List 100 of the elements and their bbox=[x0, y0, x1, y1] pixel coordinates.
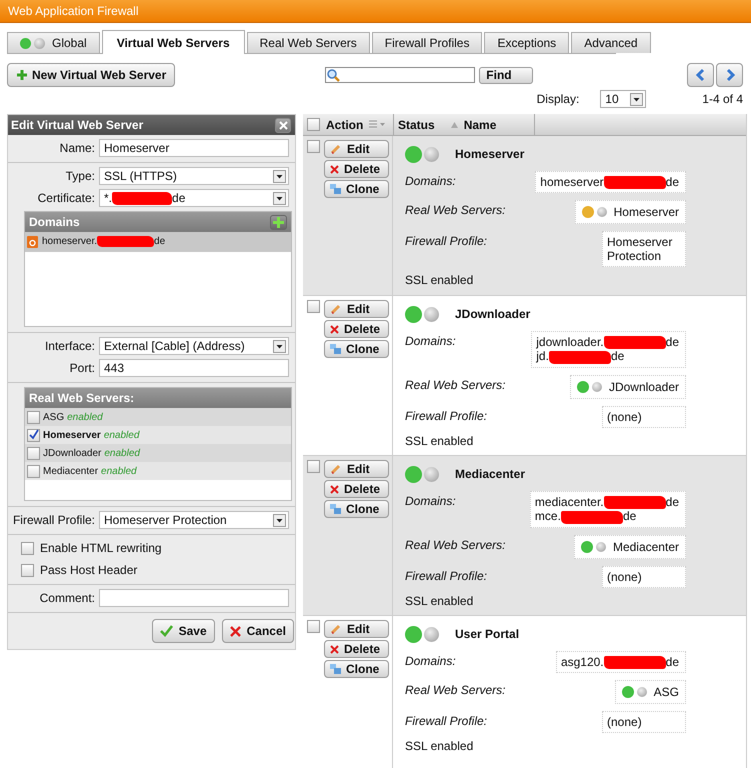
checkbox[interactable] bbox=[27, 464, 40, 478]
server-name: ASG bbox=[654, 685, 679, 700]
domain-list: homeserver de bbox=[535, 171, 686, 194]
plus-icon bbox=[16, 69, 28, 81]
profile-value: Homeserver Protection bbox=[602, 231, 686, 268]
dropdown[interactable]: SSL (HTTPS) bbox=[99, 167, 289, 185]
search-field[interactable] bbox=[325, 67, 476, 83]
copy-icon bbox=[330, 664, 341, 674]
status-light bbox=[424, 306, 439, 322]
redaction-mark bbox=[604, 176, 666, 190]
field-label: Real Web Servers: bbox=[405, 202, 506, 218]
text-field[interactable] bbox=[99, 589, 289, 607]
next-page-button[interactable] bbox=[716, 63, 743, 87]
find-button[interactable]: Find bbox=[479, 66, 534, 84]
clone-button[interactable]: Clone bbox=[324, 180, 389, 198]
delete-button[interactable]: Delete bbox=[324, 640, 389, 658]
copy-icon bbox=[330, 184, 341, 194]
redaction-mark bbox=[112, 192, 172, 206]
checkbox[interactable] bbox=[27, 428, 40, 442]
domain-list: jdownloader. de jd. de bbox=[531, 331, 686, 368]
plus-icon bbox=[273, 216, 284, 228]
close-button[interactable] bbox=[275, 118, 291, 132]
server-name: Mediacenter bbox=[612, 540, 679, 554]
tab[interactable]: Firewall Profiles bbox=[372, 32, 482, 53]
delete-button[interactable]: Delete bbox=[324, 480, 389, 498]
checkmark-icon bbox=[160, 625, 173, 637]
column-header[interactable]: Name bbox=[464, 118, 496, 132]
checkbox-label: Pass Host Header bbox=[40, 563, 138, 577]
checkbox[interactable] bbox=[21, 542, 34, 554]
checkbox-label: Enable HTML rewriting bbox=[40, 541, 162, 555]
field-label: Real Web Servers: bbox=[405, 536, 506, 552]
form-button[interactable]: Save bbox=[152, 619, 215, 643]
checkbox[interactable] bbox=[307, 118, 320, 131]
text-field[interactable]: Homeserver bbox=[99, 139, 289, 157]
delete-icon bbox=[330, 324, 339, 334]
caret-icon bbox=[273, 170, 286, 182]
field-label: Name: bbox=[58, 141, 95, 155]
checkbox[interactable] bbox=[307, 140, 320, 153]
status-light bbox=[596, 542, 606, 552]
server-status: enabled bbox=[104, 448, 140, 458]
new-virtual-web-server-button[interactable]: New Virtual Web Server bbox=[7, 63, 176, 87]
profile-value: (none) bbox=[602, 566, 686, 588]
server-status: enabled bbox=[67, 412, 103, 422]
clone-button[interactable]: Clone bbox=[324, 660, 389, 678]
row-note: SSL enabled bbox=[405, 273, 474, 290]
checkbox[interactable] bbox=[307, 300, 320, 313]
form-button[interactable]: Cancel bbox=[222, 619, 294, 643]
edit-button[interactable]: Edit bbox=[324, 300, 389, 318]
checkbox[interactable] bbox=[307, 460, 320, 473]
dropdown[interactable]: *. de bbox=[99, 189, 289, 207]
field-label: Comment: bbox=[38, 591, 95, 605]
tab[interactable]: Global bbox=[7, 32, 100, 53]
profile-value: (none) bbox=[602, 406, 686, 428]
edit-button[interactable]: Edit bbox=[324, 140, 389, 158]
redaction-mark bbox=[548, 350, 611, 364]
checkbox[interactable] bbox=[27, 410, 40, 424]
delete-button[interactable]: Delete bbox=[324, 320, 389, 338]
dropdown[interactable]: Homeserver Protection bbox=[99, 511, 289, 529]
server-title: User Portal bbox=[455, 627, 520, 641]
delete-button[interactable]: Delete bbox=[324, 160, 389, 178]
edit-button[interactable]: Edit bbox=[324, 460, 389, 478]
domain-item[interactable]: homeserver. de bbox=[25, 232, 291, 252]
text-field[interactable]: 443 bbox=[99, 359, 289, 377]
close-icon bbox=[278, 120, 288, 130]
column-header[interactable]: Status bbox=[398, 118, 435, 132]
field-label: Domains: bbox=[405, 493, 457, 508]
tab[interactable]: Virtual Web Servers bbox=[102, 30, 245, 54]
dropdown[interactable]: External [Cable] (Address) bbox=[99, 337, 289, 355]
field-label: Firewall Profile: bbox=[405, 713, 488, 728]
pencil-icon bbox=[330, 143, 342, 155]
search-icon bbox=[326, 68, 340, 82]
clone-button[interactable]: Clone bbox=[324, 340, 389, 358]
server-status: enabled bbox=[101, 466, 137, 476]
column-header[interactable]: Action bbox=[326, 118, 364, 132]
delete-icon bbox=[330, 644, 339, 654]
add-button[interactable] bbox=[270, 214, 287, 230]
redaction-mark bbox=[97, 236, 154, 248]
checkbox[interactable] bbox=[27, 446, 40, 460]
caret-icon bbox=[273, 192, 286, 204]
close-icon bbox=[230, 626, 241, 636]
server-name: JDownloader bbox=[608, 380, 679, 394]
page-size-select[interactable]: 10 bbox=[600, 90, 646, 108]
pencil-icon bbox=[330, 623, 342, 635]
field-label: Domains: bbox=[405, 333, 457, 348]
field-label: Certificate: bbox=[36, 191, 95, 205]
tab[interactable]: Real Web Servers bbox=[246, 32, 370, 53]
pencil-icon bbox=[330, 303, 342, 315]
status-light bbox=[424, 466, 439, 482]
edit-button[interactable]: Edit bbox=[324, 620, 389, 638]
previous-page-button[interactable] bbox=[687, 63, 714, 87]
column-menu-icon[interactable] bbox=[369, 120, 386, 129]
list-title: Real Web Servers: bbox=[29, 391, 134, 405]
tab[interactable]: Advanced bbox=[571, 32, 651, 53]
checkbox[interactable] bbox=[21, 564, 34, 576]
field-label: Firewall Profile: bbox=[405, 568, 488, 583]
tab[interactable]: Exceptions bbox=[484, 32, 570, 53]
clone-button[interactable]: Clone bbox=[324, 500, 389, 518]
sort-arrow-icon bbox=[450, 122, 458, 128]
caret-icon bbox=[273, 340, 286, 352]
checkbox[interactable] bbox=[307, 620, 320, 633]
